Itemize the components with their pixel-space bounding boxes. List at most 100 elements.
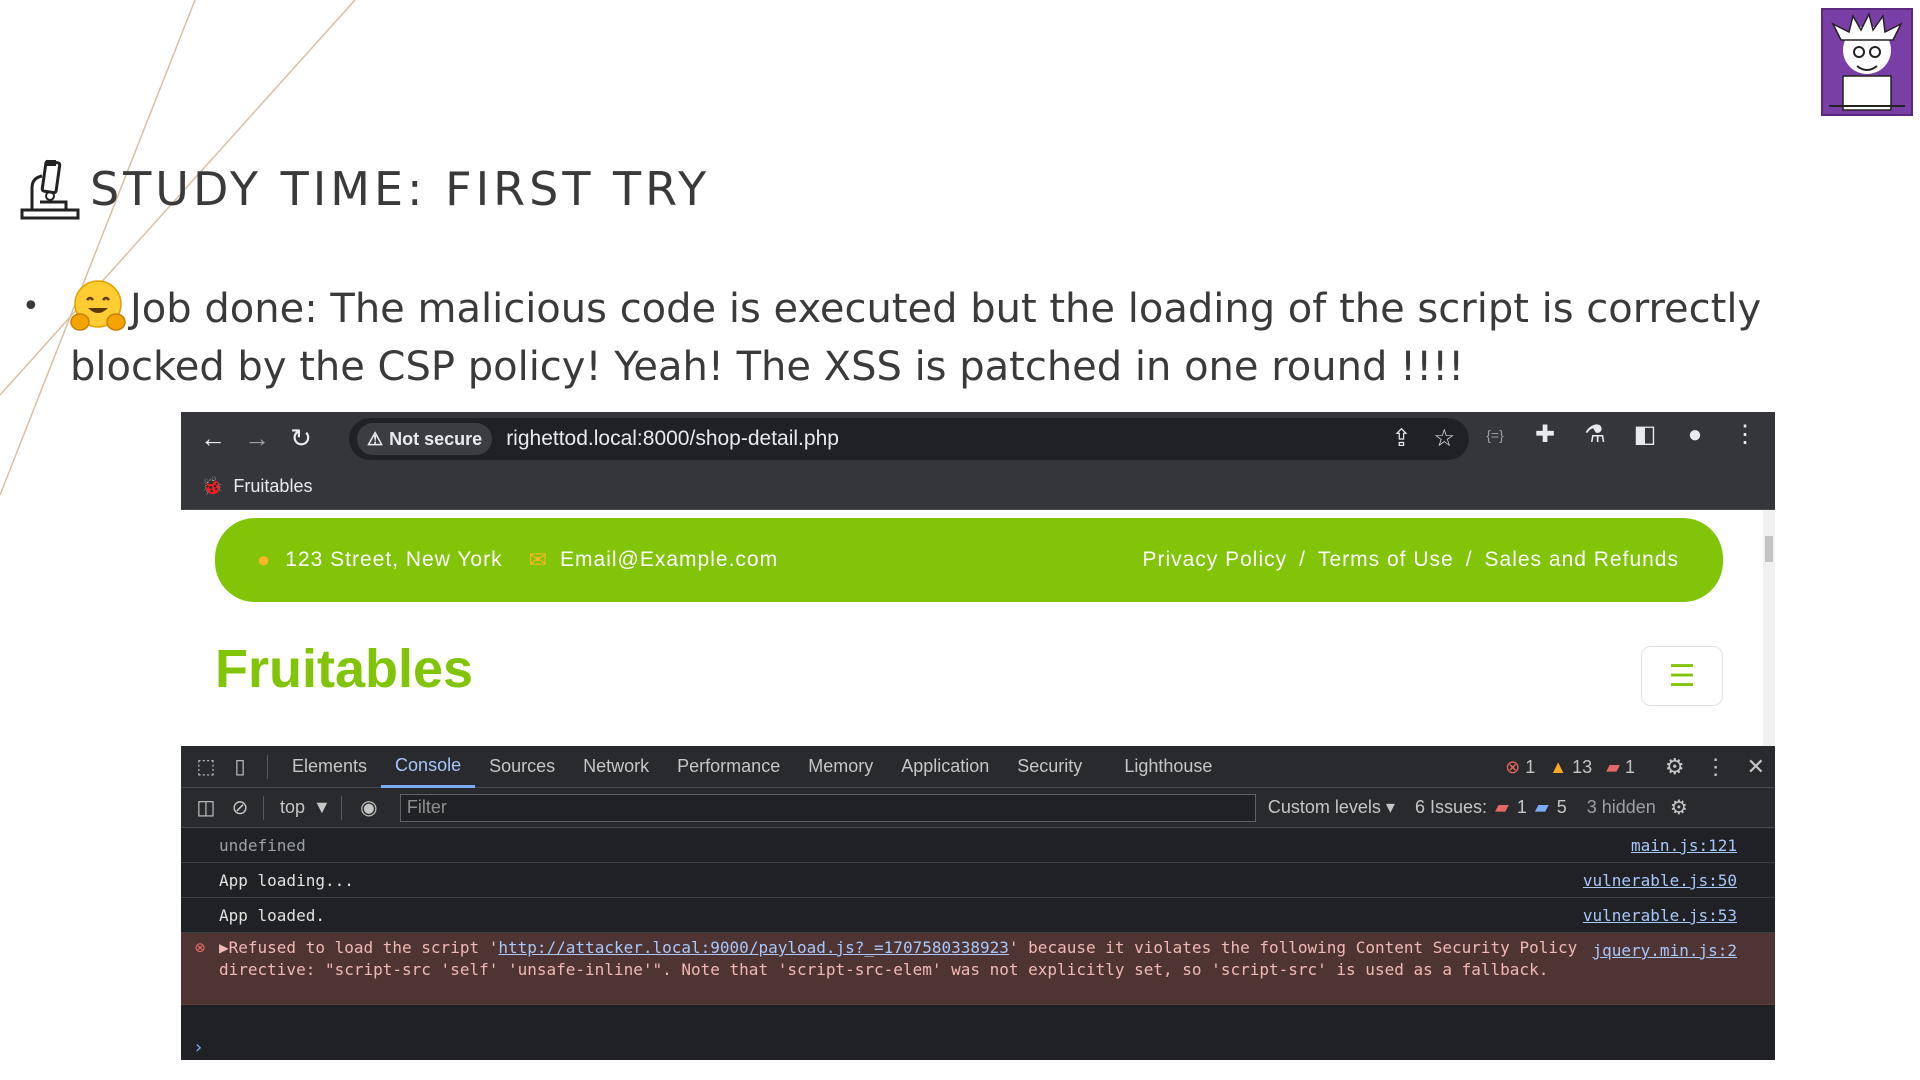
url-text: righettod.local:8000/shop-detail.php bbox=[506, 427, 839, 450]
security-chip[interactable]: ⚠ Not secure bbox=[357, 423, 493, 455]
log-levels-dropdown[interactable]: Custom levels ▾ bbox=[1268, 797, 1395, 818]
hugging-face-emoji-icon bbox=[70, 280, 126, 331]
bookmark-item[interactable]: Fruitables bbox=[233, 476, 312, 497]
tab-lighthouse[interactable]: Lighthouse bbox=[1110, 746, 1226, 788]
error-prefix[interactable]: ▶Refused to load the script ' bbox=[219, 938, 498, 957]
console-settings-icon[interactable]: ⚙ bbox=[1662, 795, 1696, 820]
web-page: ● 123 Street, New York ✉ Email@Example.c… bbox=[181, 510, 1775, 746]
json-extension-icon[interactable]: {=} bbox=[1481, 427, 1509, 443]
tab-sources[interactable]: Sources bbox=[475, 746, 569, 788]
issue-info-icon: ▰ bbox=[1534, 797, 1549, 817]
bullet-dot: • bbox=[22, 289, 40, 324]
site-address: 123 Street, New York bbox=[285, 548, 503, 571]
warning-count: 13 bbox=[1572, 756, 1593, 777]
devtools-tabbar: ⬚ ▯ Elements Console Sources Network Per… bbox=[181, 746, 1775, 788]
context-label: top bbox=[280, 797, 306, 817]
console-messages: undefined main.js:121 App loading... vul… bbox=[181, 828, 1775, 1060]
issues-label: 6 Issues: bbox=[1414, 797, 1487, 817]
console-counts[interactable]: ⊗ 1 ▲ 13 ▰ 1 bbox=[1505, 746, 1635, 788]
policy-links: Privacy Policy / Terms of Use / Sales an… bbox=[1142, 518, 1679, 602]
profile-icon[interactable]: ● bbox=[1681, 421, 1709, 449]
warning-icon: ⚠ bbox=[367, 428, 384, 449]
dropdown-arrow-icon: ▼ bbox=[313, 797, 331, 817]
issues-error-count: 1 bbox=[1516, 797, 1527, 817]
menu-dots-icon[interactable]: ⋮ bbox=[1731, 420, 1759, 449]
site-brand[interactable]: Fruitables bbox=[215, 638, 473, 700]
issues-info-count: 5 bbox=[1556, 797, 1567, 817]
blocked-script-link[interactable]: http://attacker.local:9000/payload.js?_=… bbox=[498, 938, 1009, 957]
envelope-icon: ✉ bbox=[528, 547, 549, 572]
browser-screenshot: ← → ↻ ⚠ Not secure righettod.local:8000/… bbox=[181, 412, 1775, 1060]
terms-link[interactable]: Terms of Use bbox=[1318, 548, 1454, 572]
error-circle-icon: ⊗ bbox=[195, 938, 206, 958]
share-icon[interactable]: ⇪ bbox=[1391, 424, 1411, 453]
slide-title-text: STUDY TIME: FIRST TRY bbox=[90, 162, 711, 216]
console-message: undefined main.js:121 bbox=[181, 828, 1775, 863]
bullet-text: Job done: The malicious code is executed… bbox=[70, 286, 1762, 390]
levels-label: Custom levels bbox=[1267, 797, 1381, 817]
error-circle-icon: ⊗ bbox=[1505, 756, 1521, 777]
clear-console-icon[interactable]: ⊘ bbox=[223, 795, 257, 820]
source-link[interactable]: main.js:121 bbox=[1631, 836, 1737, 855]
flask-icon[interactable]: ⚗ bbox=[1581, 420, 1609, 449]
issues-counter[interactable]: 6 Issues: ▰ 1 ▰ 5 bbox=[1415, 797, 1567, 818]
presenter-avatar bbox=[1821, 8, 1913, 116]
tab-security[interactable]: Security bbox=[1003, 746, 1096, 788]
site-email[interactable]: Email@Example.com bbox=[560, 548, 778, 572]
console-message: App loaded. vulnerable.js:53 bbox=[181, 898, 1775, 933]
info-count: 1 bbox=[1624, 756, 1635, 777]
warning-triangle-icon: ▲ bbox=[1549, 756, 1568, 777]
tab-performance[interactable]: Performance bbox=[663, 746, 794, 788]
side-panel-icon[interactable]: ◧ bbox=[1631, 420, 1659, 449]
hamburger-menu-button[interactable]: ☰ bbox=[1641, 646, 1723, 706]
console-message: App loading... vulnerable.js:50 bbox=[181, 863, 1775, 898]
microscope-icon bbox=[20, 159, 80, 220]
bug-icon: 🐞 bbox=[201, 476, 224, 496]
source-link[interactable]: jquery.min.js:2 bbox=[1593, 941, 1738, 960]
refunds-link[interactable]: Sales and Refunds bbox=[1485, 548, 1679, 572]
bookmark-star-icon[interactable]: ☆ bbox=[1433, 424, 1455, 453]
reload-icon[interactable]: ↻ bbox=[279, 416, 323, 460]
source-link[interactable]: vulnerable.js:53 bbox=[1583, 906, 1737, 925]
slide-title: STUDY TIME: FIRST TRY bbox=[20, 158, 710, 220]
tab-memory[interactable]: Memory bbox=[794, 746, 887, 788]
puzzle-icon[interactable]: ✚ bbox=[1531, 420, 1559, 449]
hidden-count: 3 hidden bbox=[1586, 797, 1656, 817]
error-count: 1 bbox=[1525, 756, 1536, 777]
sidebar-toggle-icon[interactable]: ◫ bbox=[189, 795, 223, 820]
inspect-element-icon[interactable]: ⬚ bbox=[189, 754, 223, 779]
privacy-policy-link[interactable]: Privacy Policy bbox=[1142, 548, 1287, 572]
back-icon[interactable]: ← bbox=[191, 416, 235, 460]
extensions-area: {=} ✚ ⚗ ◧ ● ⋮ bbox=[1481, 420, 1759, 449]
settings-gear-icon[interactable]: ⚙ bbox=[1665, 754, 1685, 780]
link-separator: / bbox=[1465, 548, 1473, 571]
console-toolbar: ◫ ⊘ top ▼ ◉ Filter Custom levels ▾ 6 Iss… bbox=[181, 788, 1775, 828]
tab-application[interactable]: Application bbox=[887, 746, 1003, 788]
close-icon[interactable]: ✕ bbox=[1747, 754, 1765, 780]
tab-console[interactable]: Console bbox=[381, 746, 476, 788]
tab-network[interactable]: Network bbox=[569, 746, 663, 788]
device-toolbar-icon[interactable]: ▯ bbox=[223, 754, 257, 779]
security-chip-label: Not secure bbox=[389, 428, 483, 449]
message-text: App loaded. bbox=[219, 905, 325, 925]
error-text: ▶Refused to load the script 'http://atta… bbox=[219, 937, 1599, 981]
console-prompt[interactable]: › bbox=[193, 1037, 204, 1058]
devtools-menu-icon[interactable]: ⋮ bbox=[1705, 754, 1727, 780]
location-pin-icon: ● bbox=[257, 547, 272, 572]
tab-elements[interactable]: Elements bbox=[278, 746, 381, 788]
console-error-message: ⊗ ▶Refused to load the script 'http://at… bbox=[181, 933, 1775, 1005]
issue-flag-icon: ▰ bbox=[1606, 756, 1620, 777]
eye-icon[interactable]: ◉ bbox=[352, 795, 386, 820]
source-link[interactable]: vulnerable.js:50 bbox=[1583, 871, 1737, 890]
hamburger-icon: ☰ bbox=[1668, 659, 1696, 693]
filter-input[interactable]: Filter bbox=[399, 793, 1256, 822]
site-topbar: ● 123 Street, New York ✉ Email@Example.c… bbox=[215, 518, 1723, 602]
bookmarks-bar: 🐞 Fruitables bbox=[181, 464, 1775, 510]
context-selector[interactable]: top ▼ bbox=[280, 797, 331, 818]
message-text: App loading... bbox=[219, 870, 354, 890]
message-text: undefined bbox=[219, 835, 306, 855]
page-scrollbar[interactable] bbox=[1763, 510, 1775, 746]
link-separator: / bbox=[1299, 548, 1306, 571]
forward-icon[interactable]: → bbox=[235, 416, 279, 460]
address-bar[interactable]: ⚠ Not secure righettod.local:8000/shop-d… bbox=[349, 418, 1469, 460]
